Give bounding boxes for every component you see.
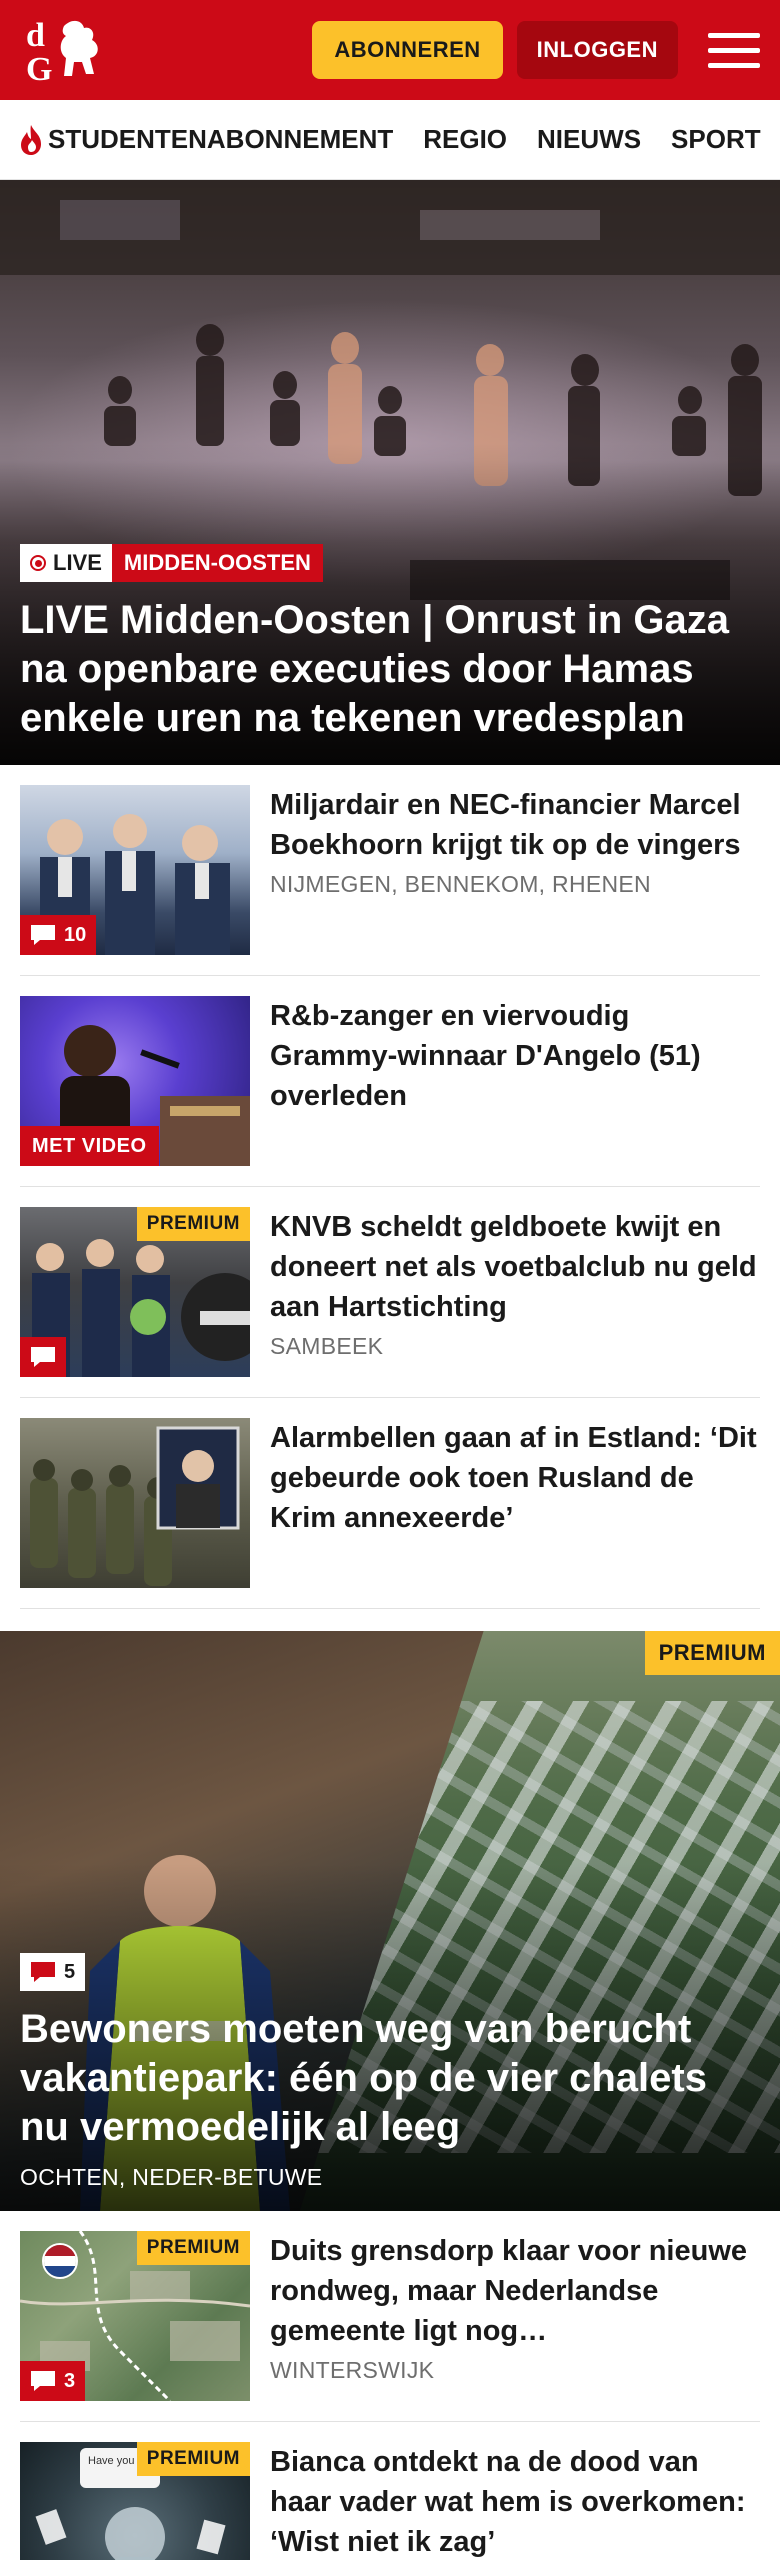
category-badge: MIDDEN-OOSTEN	[111, 544, 323, 582]
site-header: d G ABONNEREN INLOGGEN	[0, 0, 780, 100]
article-location: SAMBEEK	[270, 1333, 384, 1359]
comment-count-badge: 3	[20, 2361, 86, 2401]
feature-title[interactable]: Bewoners moeten weg van berucht vakantie…	[20, 2005, 760, 2152]
svg-text:d: d	[26, 17, 45, 54]
article-thumbnail: PREMIUM	[20, 1207, 250, 1377]
comment-count: 3	[64, 2369, 76, 2392]
netherlands-flag-icon	[42, 2243, 78, 2279]
article-location: WINTERSWIJK	[270, 2357, 435, 2383]
flame-icon	[21, 124, 41, 155]
article-location: NIJMEGEN, BENNEKOM, RHENEN	[270, 871, 651, 897]
nav-item-regio[interactable]: REGIO	[423, 124, 507, 155]
list-item[interactable]: PREMIUM 3 Duits grensdorp klaar voor nie…	[20, 2211, 760, 2422]
comment-count-badge: 5	[20, 1953, 86, 1991]
comment-count: 10	[64, 923, 87, 946]
article-thumbnail: PREMIUM 3	[20, 2231, 250, 2401]
video-badge: MET VIDEO	[20, 1126, 159, 1166]
premium-badge: PREMIUM	[136, 2442, 250, 2476]
premium-badge: PREMIUM	[136, 1207, 250, 1241]
comment-count: 5	[64, 1960, 76, 1983]
article-thumbnail: 10	[20, 785, 250, 955]
section-nav: STUDENTENABONNEMENT REGIO NIEUWS SPORT K	[0, 100, 780, 180]
hamburger-menu-icon[interactable]	[708, 24, 760, 76]
comment-icon	[31, 1347, 55, 1367]
article-thumbnail: MET VIDEO	[20, 996, 250, 1166]
login-button[interactable]: INLOGGEN	[516, 21, 678, 79]
premium-badge: PREMIUM	[644, 1631, 780, 1675]
site-logo[interactable]: d G	[20, 12, 114, 88]
list-item[interactable]: MET VIDEO R&b-zanger en viervoudig Gramm…	[20, 976, 760, 1187]
list-item[interactable]: 10 Miljardair en NEC-financier Marcel Bo…	[20, 765, 760, 976]
nav-item-nieuws[interactable]: NIEUWS	[537, 124, 641, 155]
article-thumbnail	[20, 1418, 250, 1588]
list-item[interactable]: Alarmbellen gaan af in Estland: ‘Dit geb…	[20, 1398, 760, 1609]
nav-item-studentenabonnement[interactable]: STUDENTENABONNEMENT	[18, 124, 393, 156]
live-label: LIVE	[53, 550, 102, 575]
comment-badge	[20, 1337, 66, 1377]
svg-text:G: G	[26, 51, 52, 88]
article-title[interactable]: Duits grensdorp klaar voor nieuwe rondwe…	[270, 2231, 760, 2351]
comment-icon	[31, 925, 55, 945]
premium-badge: PREMIUM	[136, 2231, 250, 2265]
article-list-2: PREMIUM 3 Duits grensdorp klaar voor nie…	[0, 2211, 780, 2560]
subscribe-button[interactable]: ABONNEREN	[312, 21, 503, 79]
article-title[interactable]: Alarmbellen gaan af in Estland: ‘Dit geb…	[270, 1418, 760, 1538]
comment-count-badge: 10	[20, 915, 97, 955]
comment-icon	[31, 2371, 55, 2391]
live-dot-icon	[30, 555, 46, 571]
article-thumbnail: Have you the card? PREMIUM	[20, 2442, 250, 2560]
feature-article[interactable]: PREMIUM 5 Bewoners moeten weg van beruch…	[0, 1631, 780, 2211]
live-badge: LIVE	[20, 544, 112, 582]
article-list: 10 Miljardair en NEC-financier Marcel Bo…	[0, 765, 780, 1609]
list-item[interactable]: Have you the card? PREMIUM Bianca ontdek…	[20, 2422, 760, 2560]
article-title[interactable]: R&b-zanger en viervoudig Grammy-winnaar …	[270, 996, 760, 1116]
hero-title[interactable]: LIVE Midden-Oosten | Onrust in Gaza na o…	[20, 596, 760, 743]
nav-label: STUDENTENABONNEMENT	[48, 124, 394, 154]
article-title[interactable]: Miljardair en NEC-financier Marcel Boekh…	[270, 785, 760, 865]
list-item[interactable]: PREMIUM KNVB scheldt geldboete kwijt en …	[20, 1187, 760, 1398]
feature-location: OCHTEN, NEDER-BETUWE	[20, 2164, 323, 2190]
article-title[interactable]: KNVB scheldt geldboete kwijt en doneert …	[270, 1207, 760, 1327]
hero-article[interactable]: LIVE MIDDEN-OOSTEN LIVE Midden-Oosten | …	[0, 180, 780, 765]
article-title[interactable]: Bianca ontdekt na de dood van haar vader…	[270, 2442, 760, 2560]
comment-icon	[31, 1962, 55, 1982]
nav-item-sport[interactable]: SPORT	[671, 124, 761, 155]
